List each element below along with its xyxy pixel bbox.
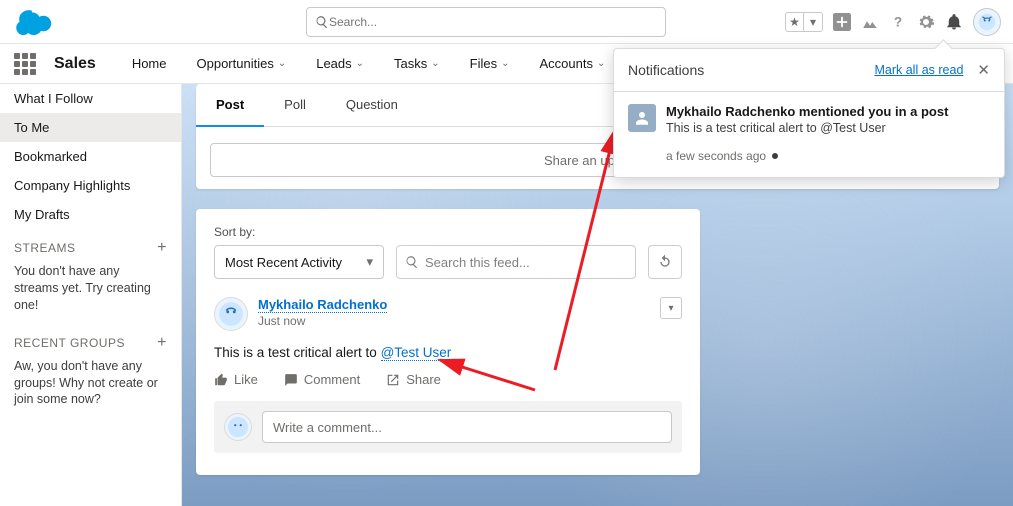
svg-text:?: ? bbox=[894, 14, 902, 29]
notifications-bell-icon[interactable] bbox=[945, 13, 963, 31]
salesforce-logo[interactable] bbox=[14, 8, 58, 36]
global-actions-icon[interactable] bbox=[833, 13, 851, 31]
setup-gear-icon[interactable] bbox=[917, 13, 935, 31]
sort-dropdown[interactable]: Most Recent Activity bbox=[214, 245, 384, 279]
refresh-icon bbox=[657, 254, 673, 270]
like-icon bbox=[214, 373, 228, 387]
close-notifications-button[interactable]: ✕ bbox=[977, 61, 990, 79]
post-body: This is a test critical alert to @Test U… bbox=[214, 345, 682, 360]
composer-tab-poll[interactable]: Poll bbox=[264, 84, 326, 126]
streams-heading: STREAMS bbox=[14, 241, 76, 255]
post-avatar[interactable] bbox=[214, 297, 248, 331]
favorites-button[interactable]: ★▾ bbox=[785, 12, 823, 32]
share-button[interactable]: Share bbox=[386, 372, 441, 387]
trailhead-icon[interactable] bbox=[861, 13, 879, 31]
notification-item-body: This is a test critical alert to @Test U… bbox=[666, 121, 948, 135]
global-search-input[interactable] bbox=[329, 15, 657, 29]
groups-hint: Aw, you don't have any groups! Why not c… bbox=[0, 356, 181, 419]
nav-item-leads[interactable]: Leads⌄ bbox=[310, 44, 370, 83]
global-search[interactable] bbox=[306, 7, 666, 37]
streams-hint: You don't have any streams yet. Try crea… bbox=[0, 261, 181, 324]
notification-item-title: Mykhailo Radchenko mentioned you in a po… bbox=[666, 104, 948, 119]
chevron-down-icon: ⌄ bbox=[597, 58, 605, 69]
sidebar-item-company-highlights[interactable]: Company Highlights bbox=[0, 171, 181, 200]
notification-item[interactable]: Mykhailo Radchenko mentioned you in a po… bbox=[614, 92, 1004, 177]
composer-tab-question[interactable]: Question bbox=[326, 84, 418, 126]
notifications-title: Notifications bbox=[628, 62, 704, 78]
comment-button[interactable]: Comment bbox=[284, 372, 360, 387]
help-icon[interactable]: ? bbox=[889, 13, 907, 31]
feed-search-input[interactable] bbox=[425, 255, 627, 270]
nav-item-files[interactable]: Files⌄ bbox=[464, 44, 516, 83]
nav-item-tasks[interactable]: Tasks⌄ bbox=[388, 44, 446, 83]
notification-avatar bbox=[628, 104, 656, 132]
sidebar-item-bookmarked[interactable]: Bookmarked bbox=[0, 142, 181, 171]
like-button[interactable]: Like bbox=[214, 372, 258, 387]
comment-input[interactable]: Write a comment... bbox=[262, 411, 672, 443]
notification-timestamp: a few seconds ago bbox=[666, 149, 990, 163]
post-timestamp: Just now bbox=[258, 314, 305, 328]
sort-label: Sort by: bbox=[214, 225, 682, 239]
sidebar-item-what-i-follow[interactable]: What I Follow bbox=[0, 84, 181, 113]
search-icon bbox=[405, 255, 419, 269]
app-name: Sales bbox=[54, 55, 96, 73]
share-icon bbox=[386, 373, 400, 387]
chevron-down-icon: ⌄ bbox=[501, 58, 509, 69]
comment-avatar bbox=[224, 413, 252, 441]
feed-card: Sort by: Most Recent Activity ▾ bbox=[196, 209, 700, 475]
user-mention-link[interactable]: @Test User bbox=[381, 345, 452, 361]
mark-all-as-read-link[interactable]: Mark all as read bbox=[874, 63, 963, 77]
post-author-link[interactable]: Mykhailo Radchenko bbox=[258, 297, 387, 313]
composer-tab-post[interactable]: Post bbox=[196, 84, 264, 127]
post-menu-button[interactable]: ▾ bbox=[660, 297, 682, 319]
sidebar: What I Follow To Me Bookmarked Company H… bbox=[0, 84, 182, 506]
sidebar-item-to-me[interactable]: To Me bbox=[0, 113, 181, 142]
feed-search[interactable] bbox=[396, 245, 636, 279]
notifications-panel: Notifications Mark all as read ✕ Mykhail… bbox=[613, 48, 1005, 178]
person-icon bbox=[633, 109, 651, 127]
chevron-down-icon: ⌄ bbox=[356, 58, 364, 69]
nav-item-home[interactable]: Home bbox=[126, 44, 173, 83]
chevron-down-icon: ⌄ bbox=[431, 58, 439, 69]
search-icon bbox=[315, 15, 329, 29]
nav-item-opportunities[interactable]: Opportunities⌄ bbox=[191, 44, 293, 83]
add-group-button[interactable]: + bbox=[157, 334, 167, 352]
refresh-feed-button[interactable] bbox=[648, 245, 682, 279]
nav-item-accounts[interactable]: Accounts⌄ bbox=[534, 44, 612, 83]
feed-post: ▾ Mykhailo Radchenko Just now This is a … bbox=[214, 297, 682, 453]
user-avatar[interactable] bbox=[973, 8, 1001, 36]
chevron-down-icon: ⌄ bbox=[278, 58, 286, 69]
add-stream-button[interactable]: + bbox=[157, 239, 167, 257]
app-launcher-icon[interactable] bbox=[14, 53, 36, 75]
sidebar-item-my-drafts[interactable]: My Drafts bbox=[0, 200, 181, 229]
comment-icon bbox=[284, 373, 298, 387]
recent-groups-heading: RECENT GROUPS bbox=[14, 336, 125, 350]
